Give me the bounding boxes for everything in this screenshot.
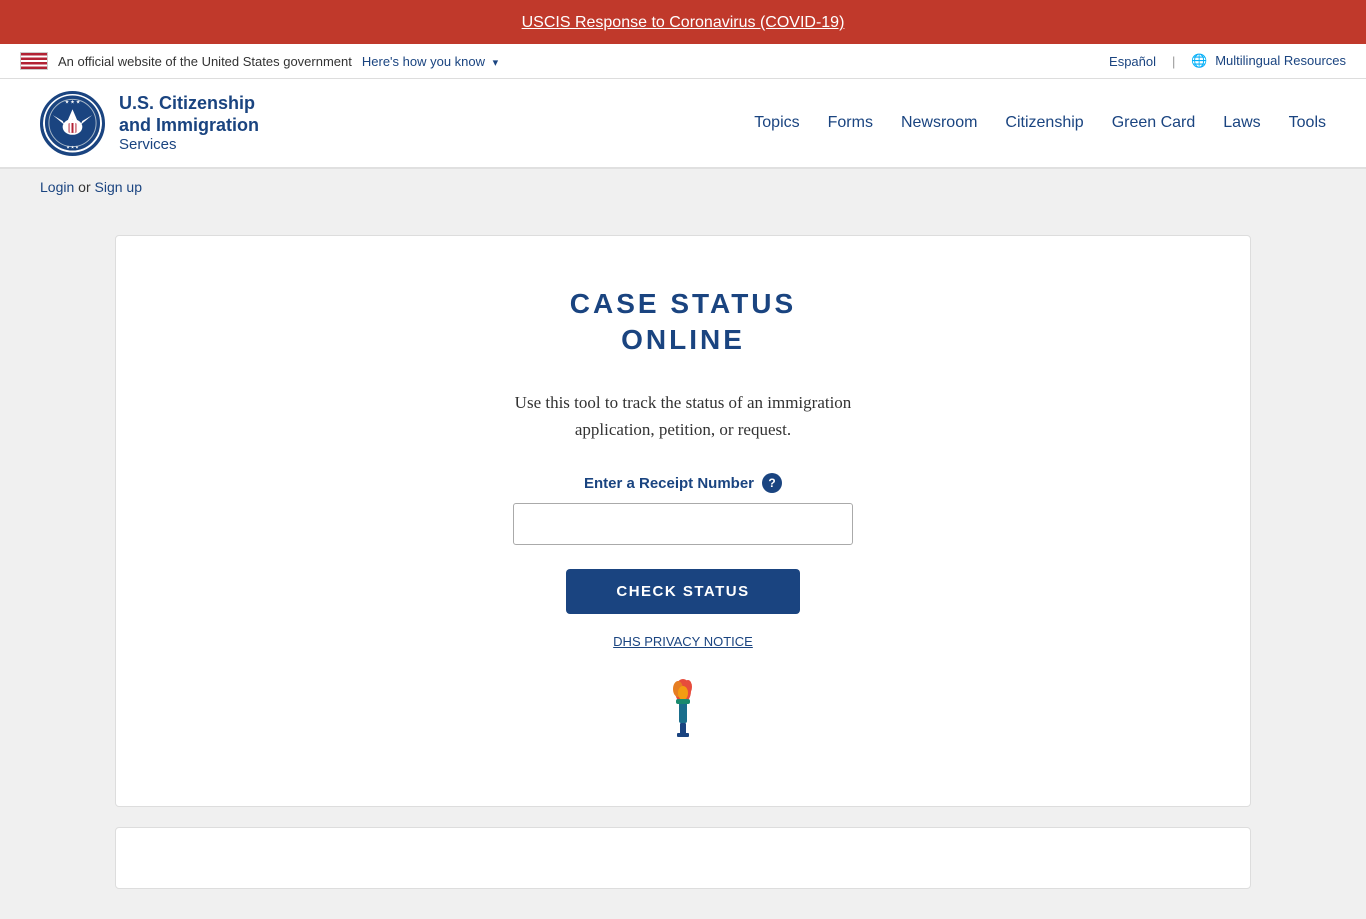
espanol-link[interactable]: Español [1109, 54, 1156, 69]
help-icon[interactable]: ? [762, 473, 782, 493]
chevron-down-icon: ▾ [493, 56, 499, 69]
nav-tools[interactable]: Tools [1289, 114, 1326, 132]
svg-text:★ ★ ★: ★ ★ ★ [65, 99, 81, 105]
main-header: ★ ★ ★ ★ ★ ★ U.S. Citizenship and Immigra… [0, 79, 1366, 169]
main-content: CASE STATUS ONLINE Use this tool to trac… [0, 205, 1366, 919]
nav-citizenship[interactable]: Citizenship [1005, 114, 1083, 132]
svg-text:★ ★ ★: ★ ★ ★ [66, 146, 79, 151]
bottom-section-card [115, 827, 1251, 889]
nav-green-card[interactable]: Green Card [1112, 114, 1196, 132]
receipt-number-label: Enter a Receipt Number ? [156, 473, 1210, 493]
nav-laws[interactable]: Laws [1223, 114, 1260, 132]
torch-area [156, 679, 1210, 746]
nav-forms[interactable]: Forms [828, 114, 873, 132]
receipt-number-input[interactable] [513, 503, 853, 545]
login-bar: Login or Sign up [0, 169, 1366, 205]
globe-icon: 🌐 [1191, 53, 1207, 68]
us-flag-icon [20, 52, 48, 70]
main-nav: Topics Forms Newsroom Citizenship Green … [754, 114, 1326, 132]
check-status-wrapper: CHECK STATUS [156, 569, 1210, 634]
case-status-description: Use this tool to track the status of an … [493, 389, 873, 443]
alert-link[interactable]: USCIS Response to Coronavirus (COVID-19) [522, 14, 845, 31]
login-link[interactable]: Login [40, 179, 74, 195]
torch-icon [658, 679, 708, 746]
privacy-notice-link[interactable]: DHS PRIVACY NOTICE [156, 634, 1210, 649]
case-status-title: CASE STATUS ONLINE [156, 286, 1210, 359]
case-status-card: CASE STATUS ONLINE Use this tool to trac… [115, 235, 1251, 807]
official-text: An official website of the United States… [58, 54, 352, 69]
check-status-button[interactable]: CHECK STATUS [566, 569, 799, 614]
gov-banner-right: Español | 🌐 Multilingual Resources [1109, 53, 1346, 69]
alert-bar: USCIS Response to Coronavirus (COVID-19) [0, 0, 1366, 44]
sign-up-link[interactable]: Sign up [95, 179, 142, 195]
agency-name-text: U.S. Citizenship and Immigration Service… [119, 93, 259, 153]
nav-topics[interactable]: Topics [754, 114, 799, 132]
gov-banner-left: An official website of the United States… [20, 52, 498, 70]
login-or-text: or [78, 179, 90, 195]
logo-link[interactable]: ★ ★ ★ ★ ★ ★ U.S. Citizenship and Immigra… [40, 91, 259, 156]
agency-seal: ★ ★ ★ ★ ★ ★ [40, 91, 105, 156]
gov-banner: An official website of the United States… [0, 44, 1366, 79]
nav-newsroom[interactable]: Newsroom [901, 114, 977, 132]
separator: | [1172, 54, 1175, 69]
how-you-know-link[interactable]: Here's how you know ▾ [362, 54, 498, 69]
multilingual-resources-link[interactable]: 🌐 Multilingual Resources [1191, 53, 1346, 69]
